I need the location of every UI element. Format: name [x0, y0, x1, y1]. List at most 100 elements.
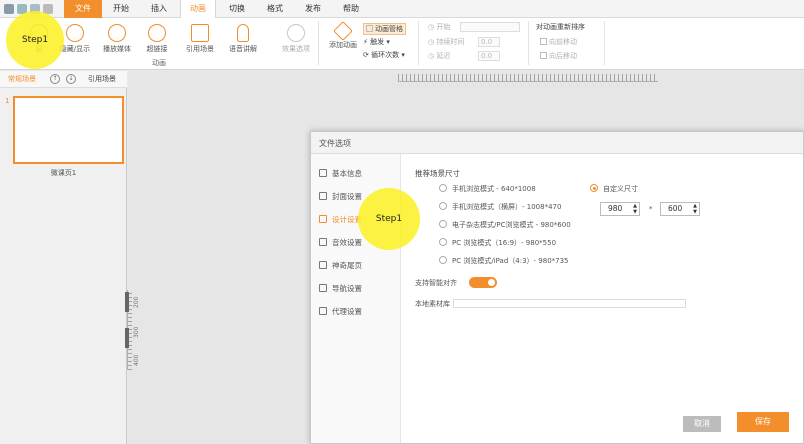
loop-icon: ⟳: [363, 51, 369, 59]
nav-design-settings[interactable]: 设计设置: [319, 214, 362, 225]
hyperlink-button[interactable]: 超链接: [138, 22, 176, 62]
reference-scene-button[interactable]: 引用场景: [181, 22, 219, 62]
scene-tab-bar: 常规场景 ↑ ↓ 引用场景: [0, 71, 127, 88]
times-sign: *: [649, 205, 653, 213]
tab-common-scene[interactable]: 常规场景: [8, 74, 36, 84]
cancel-button[interactable]: 取消: [683, 416, 721, 432]
divider: [318, 21, 319, 65]
tab-publish[interactable]: 发布: [296, 0, 330, 18]
watermark-logo: Baidu经验: [622, 377, 754, 405]
radio-option-pc-ipad-4-3[interactable]: PC 浏览模式/iPad（4:3）- 980*735: [439, 256, 569, 266]
radio-button: [439, 202, 447, 210]
tab-insert[interactable]: 插入: [142, 0, 176, 18]
add-animation-button[interactable]: 添加动画: [324, 21, 362, 62]
radio-option-mobile[interactable]: 手机浏览模式 - 640*1008: [439, 184, 536, 194]
start-label: ◷ 开始: [428, 23, 451, 31]
divider: [604, 21, 605, 65]
width-input[interactable]: 980 ▲ ▼: [600, 202, 640, 216]
nav-navigation-settings[interactable]: 导航设置: [319, 283, 362, 294]
dialog-title: 文件选项: [319, 139, 351, 148]
start-dropdown[interactable]: [460, 22, 520, 32]
smart-align-label: 支持智能对齐: [415, 279, 457, 287]
scene-thumbnail[interactable]: [13, 96, 124, 164]
tab-reference-scene[interactable]: 引用场景: [88, 74, 116, 84]
radio-button: [439, 238, 447, 246]
local-library-input[interactable]: [453, 299, 686, 308]
radio-button: [439, 256, 447, 264]
star-icon: [333, 21, 353, 41]
cover-icon: [319, 192, 327, 200]
info-icon: [319, 169, 327, 177]
menu-bar: 文件 开始 插入 动画 切换 格式 发布 帮助: [0, 0, 804, 18]
move-up-icon[interactable]: ↑: [50, 74, 60, 84]
nav-cover-settings[interactable]: 封面设置: [319, 191, 362, 202]
radio-button: [439, 220, 447, 228]
tab-transition[interactable]: 切换: [220, 0, 254, 18]
duration-label: ◷ 持续时间: [428, 38, 465, 46]
divider: [418, 21, 419, 65]
section-title-recommended-size: 推荐场景尺寸: [415, 169, 460, 178]
proxy-icon: [319, 307, 327, 315]
save-button[interactable]: 保存: [737, 412, 789, 432]
step-marker: Step1: [6, 11, 64, 69]
horizontal-ruler: [398, 74, 658, 82]
nav-sound-settings[interactable]: 音效设置: [319, 237, 362, 248]
painter-icon: [366, 25, 373, 32]
mic-icon: [237, 24, 249, 42]
move-forward-button[interactable]: 向前移动: [540, 37, 577, 47]
radio-option-magazine-pc[interactable]: 电子杂志模式/PC浏览模式 - 980*600: [439, 220, 571, 230]
radio-option-pc-16-9[interactable]: PC 浏览模式（16:9）- 980*550: [439, 238, 556, 248]
play-icon: [108, 24, 126, 42]
radio-option-custom-size[interactable]: 自定义尺寸: [590, 184, 638, 194]
group-label-animation: 动画: [152, 59, 166, 67]
reorder-title: 对动画重新排序: [536, 23, 585, 31]
ruler-tick: 400: [133, 354, 140, 366]
dialog-header: 文件选项: [311, 132, 803, 154]
tab-format[interactable]: 格式: [258, 0, 292, 18]
spinner-arrows-icon[interactable]: ▲ ▼: [633, 203, 637, 215]
delay-label: ◷ 延迟: [428, 52, 451, 60]
spinner-arrows-icon[interactable]: ▲ ▼: [693, 203, 697, 215]
ruler-marker: [125, 328, 129, 348]
radio-button: [439, 184, 447, 192]
down-arrow-icon: [540, 52, 547, 59]
smart-align-toggle[interactable]: [469, 277, 497, 288]
design-icon: [319, 215, 327, 223]
ribbon: 窗 隐藏/显示 播放媒体 超链接 引用场景 语音讲解 效果选项 动画 添加动画 …: [0, 18, 804, 70]
thumbnail-number: 1: [5, 97, 10, 105]
thumbnail-label: 微课页1: [50, 169, 77, 177]
radio-button-selected: [590, 184, 598, 192]
magic-page-icon: [319, 261, 327, 269]
move-down-icon[interactable]: ↓: [66, 74, 76, 84]
tab-animation[interactable]: 动画: [180, 0, 216, 18]
lightning-icon: ⚡: [363, 38, 368, 46]
tab-file[interactable]: 文件: [64, 0, 102, 18]
scene-panel: 常规场景 ↑ ↓ 引用场景 1 微课页1: [0, 71, 127, 444]
nav-magic-end-page[interactable]: 神奇尾页: [319, 260, 362, 271]
delay-input[interactable]: 0.0: [478, 51, 500, 61]
eye-icon: [66, 24, 84, 42]
save-icon[interactable]: [4, 4, 14, 14]
link-icon: [148, 24, 166, 42]
clapper-icon: [191, 24, 209, 42]
divider: [528, 21, 529, 65]
nav-basic-info[interactable]: 基本信息: [319, 168, 362, 179]
tab-help[interactable]: 帮助: [334, 0, 368, 18]
animation-painter-button[interactable]: 动画管格: [363, 23, 406, 35]
ruler-tick: 300: [133, 326, 140, 338]
watermark-url: jingyan.baidu.com: [628, 402, 722, 412]
voice-narration-button[interactable]: 语音讲解: [224, 22, 262, 62]
trigger-button[interactable]: ⚡ 触发 ▾: [363, 37, 390, 47]
move-backward-button[interactable]: 向后移动: [540, 51, 577, 61]
nav-proxy-settings[interactable]: 代理设置: [319, 306, 362, 317]
sound-icon: [319, 238, 327, 246]
tab-home[interactable]: 开始: [104, 0, 138, 18]
play-media-button[interactable]: 播放媒体: [98, 22, 136, 62]
radio-option-mobile-landscape[interactable]: 手机浏览模式（横屏）- 1008*470: [439, 202, 561, 212]
up-arrow-icon: [540, 38, 547, 45]
height-input[interactable]: 600 ▲ ▼: [660, 202, 700, 216]
ruler-tick: 200: [133, 296, 140, 308]
loop-count-button[interactable]: ⟳ 循环次数 ▾: [363, 50, 405, 60]
effect-options-button[interactable]: 效果选项: [277, 22, 315, 62]
duration-input[interactable]: 0.0: [478, 37, 500, 47]
